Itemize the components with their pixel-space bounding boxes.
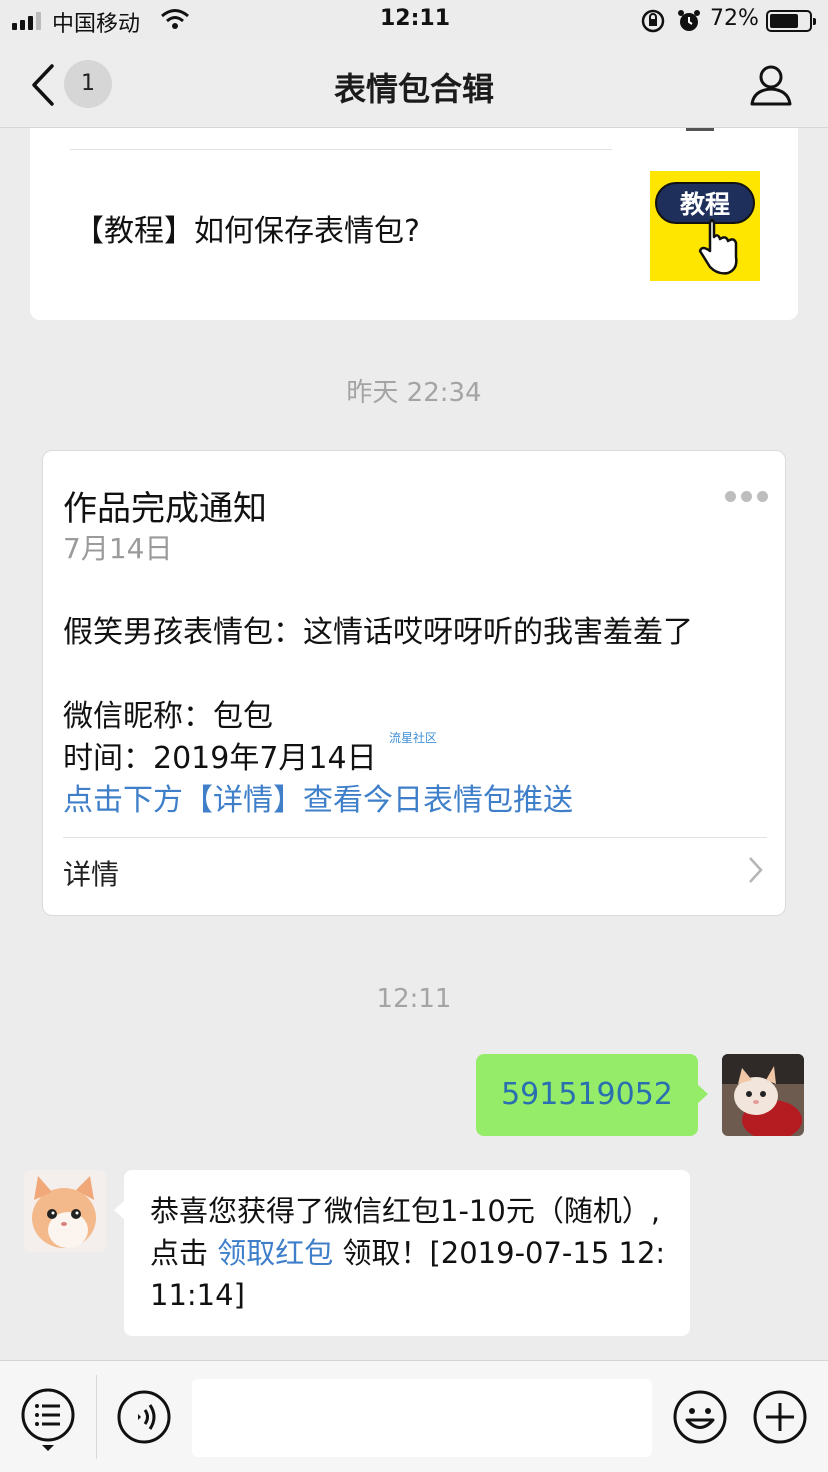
watermark: 流星社区 bbox=[389, 731, 438, 745]
article-card[interactable]: 【教程】如何保存表情包? 教程 bbox=[30, 128, 798, 320]
signal-icon bbox=[12, 12, 41, 30]
input-bar bbox=[0, 1360, 828, 1472]
sent-message-text[interactable]: 591519052 bbox=[501, 1077, 673, 1112]
menu-icon[interactable] bbox=[20, 1387, 76, 1457]
notification-date: 7月14日 bbox=[63, 532, 173, 565]
time-separator: 12:11 bbox=[376, 984, 452, 1014]
avatar[interactable] bbox=[722, 1054, 804, 1136]
notification-link[interactable]: 点击下方【详情】查看今日表情包推送 bbox=[63, 775, 573, 819]
rotation-lock-icon bbox=[641, 9, 665, 33]
time-separator: 昨天 22:34 bbox=[346, 378, 482, 408]
page-title: 表情包合辑 bbox=[333, 70, 494, 108]
notification-title: 作品完成通知 bbox=[63, 489, 267, 529]
divider bbox=[96, 1375, 97, 1459]
notification-body: 假笑男孩表情包：这情话哎呀呀听的我害羞羞了 bbox=[63, 615, 693, 650]
status-bar: 中国移动 12:11 72% bbox=[0, 0, 828, 42]
back-chevron-icon[interactable] bbox=[28, 62, 58, 108]
emoji-icon[interactable] bbox=[672, 1389, 728, 1445]
sent-message-bubble[interactable]: 591519052 bbox=[476, 1054, 708, 1136]
unread-count-badge[interactable]: 1 bbox=[64, 60, 112, 108]
alarm-icon bbox=[678, 10, 700, 31]
voice-icon[interactable] bbox=[116, 1389, 172, 1445]
received-message-bubble[interactable]: 恭喜您获得了微信红包1-10元（随机）,点击 领取红包 领取！[2019-07-… bbox=[114, 1170, 690, 1336]
notification-time: 时间：2019年7月14日 bbox=[63, 741, 377, 776]
battery-percent: 72% bbox=[710, 6, 759, 31]
received-message-text: 恭喜您获得了微信红包1-10元（随机）,点击 领取红包 领取！[2019-07-… bbox=[150, 1190, 670, 1316]
notification-card[interactable]: 作品完成通知 7月14日 假笑男孩表情包：这情话哎呀呀听的我害羞羞了 微信昵称：… bbox=[42, 450, 786, 916]
cat-avatar-image bbox=[24, 1170, 106, 1252]
wifi-icon bbox=[161, 9, 189, 29]
message-input[interactable] bbox=[192, 1379, 652, 1457]
nav-bar: 1 表情包合辑 bbox=[0, 42, 828, 128]
claim-red-packet-link[interactable]: 领取红包 bbox=[217, 1236, 333, 1270]
notification-nickname: 微信昵称：包包 bbox=[63, 699, 273, 734]
tutorial-thumb-graphic: 教程 bbox=[655, 182, 755, 275]
battery-level-fill bbox=[770, 14, 799, 28]
thumb-text: 教程 bbox=[680, 190, 730, 219]
article-title[interactable]: 【教程】如何保存表情包? bbox=[74, 206, 420, 250]
divider bbox=[70, 149, 612, 150]
battery-icon bbox=[766, 10, 816, 32]
details-link[interactable]: 详情 bbox=[63, 853, 119, 893]
add-icon[interactable] bbox=[752, 1389, 808, 1445]
article-thumbnail[interactable]: 教程 bbox=[650, 171, 760, 281]
cat-avatar-image bbox=[722, 1054, 804, 1136]
chevron-right-icon[interactable] bbox=[747, 855, 765, 885]
avatar[interactable] bbox=[24, 1170, 106, 1252]
divider bbox=[63, 837, 767, 838]
status-time: 12:11 bbox=[380, 6, 451, 31]
more-icon[interactable] bbox=[725, 491, 768, 502]
person-icon[interactable] bbox=[748, 62, 794, 108]
carrier-label: 中国移动 bbox=[52, 12, 141, 37]
